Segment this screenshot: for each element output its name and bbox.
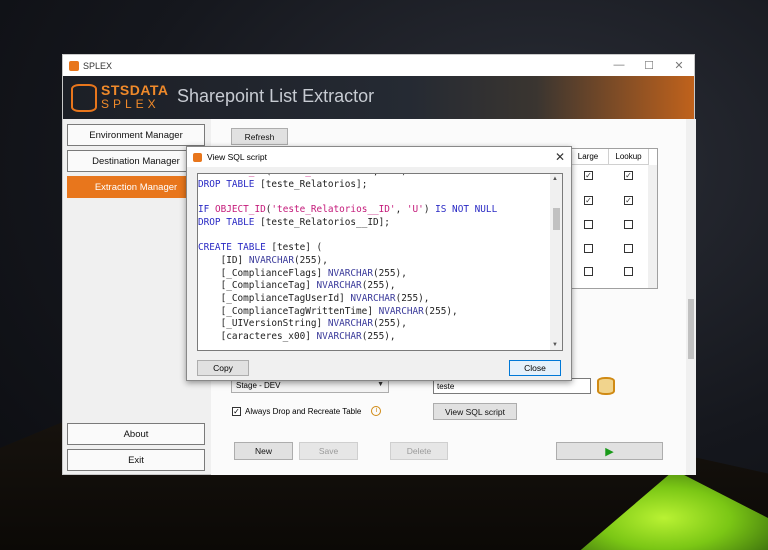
about-button[interactable]: About [67,423,205,445]
run-button[interactable]: ▶ [556,442,663,460]
always-drop-label: Always Drop and Recreate Table [245,406,362,416]
lookup-checkbox[interactable] [624,267,633,276]
close-button[interactable]: Close [509,360,561,376]
dialog-title: View SQL script [207,152,267,162]
copy-button[interactable]: Copy [197,360,249,376]
grid-header-large: Large [568,149,609,165]
nav-environment-manager[interactable]: Environment Manager [67,124,205,146]
chevron-down-icon: ▼ [377,381,384,388]
app-icon [193,152,202,162]
info-icon[interactable]: i [371,406,382,416]
new-button[interactable]: New [234,442,293,460]
large-checkbox[interactable] [584,267,593,276]
large-checkbox[interactable] [584,220,593,229]
minimize-icon[interactable]: — [604,59,634,72]
sql-script-textarea[interactable]: IF OBJECT_ID('teste_Relatorios', 'U') IS… [197,173,563,351]
dialog-title-bar: View SQL script ✕ [187,147,571,167]
grid-scrollbar[interactable] [648,165,657,288]
view-sql-button[interactable]: View SQL script [433,403,517,420]
save-button[interactable]: Save [299,442,358,460]
app-icon [69,60,79,71]
title-bar: SPLEX — ☐ ✕ [63,55,694,76]
maximize-icon[interactable]: ☐ [634,59,664,72]
always-drop-option[interactable]: ✓ Always Drop and Recreate Table i [232,406,382,416]
banner-title: Sharepoint List Extractor [177,86,375,106]
sql-code: IF OBJECT_ID('teste_Relatorios', 'U') IS… [198,174,498,343]
exit-button[interactable]: Exit [67,449,205,471]
banner: STSDATA SPLEX Sharepoint List Extractor [63,76,694,119]
lookup-checkbox[interactable] [624,244,633,253]
nav-extraction-manager[interactable]: Extraction Manager [67,176,205,198]
view-sql-dialog: View SQL script ✕ IF OBJECT_ID('teste_Re… [186,146,572,381]
columns-grid: Large Lookup ✓ ✓ ✓ ✓ [567,148,658,289]
refresh-button[interactable]: Refresh [231,128,288,145]
large-checkbox[interactable]: ✓ [584,196,593,205]
lookup-checkbox[interactable] [624,220,633,229]
large-checkbox[interactable]: ✓ [584,171,593,180]
large-checkbox[interactable] [584,244,593,253]
lookup-checkbox[interactable]: ✓ [624,171,633,180]
close-icon[interactable]: ✕ [664,59,694,72]
database-logo-icon [71,84,97,112]
grid-header-lookup: Lookup [609,149,649,165]
sql-scrollbar[interactable]: ▲ ▼ [550,174,562,350]
database-icon[interactable] [597,377,615,395]
panel-scrollbar[interactable] [686,119,696,475]
lookup-checkbox[interactable]: ✓ [624,196,633,205]
always-drop-checkbox[interactable]: ✓ [232,406,241,416]
window-title: SPLEX [83,60,113,71]
close-icon[interactable]: ✕ [549,150,571,164]
delete-button[interactable]: Delete [390,442,448,460]
nav-destination-manager[interactable]: Destination Manager [67,150,205,172]
logo: STSDATA SPLEX [71,82,171,114]
play-icon: ▶ [605,445,614,458]
